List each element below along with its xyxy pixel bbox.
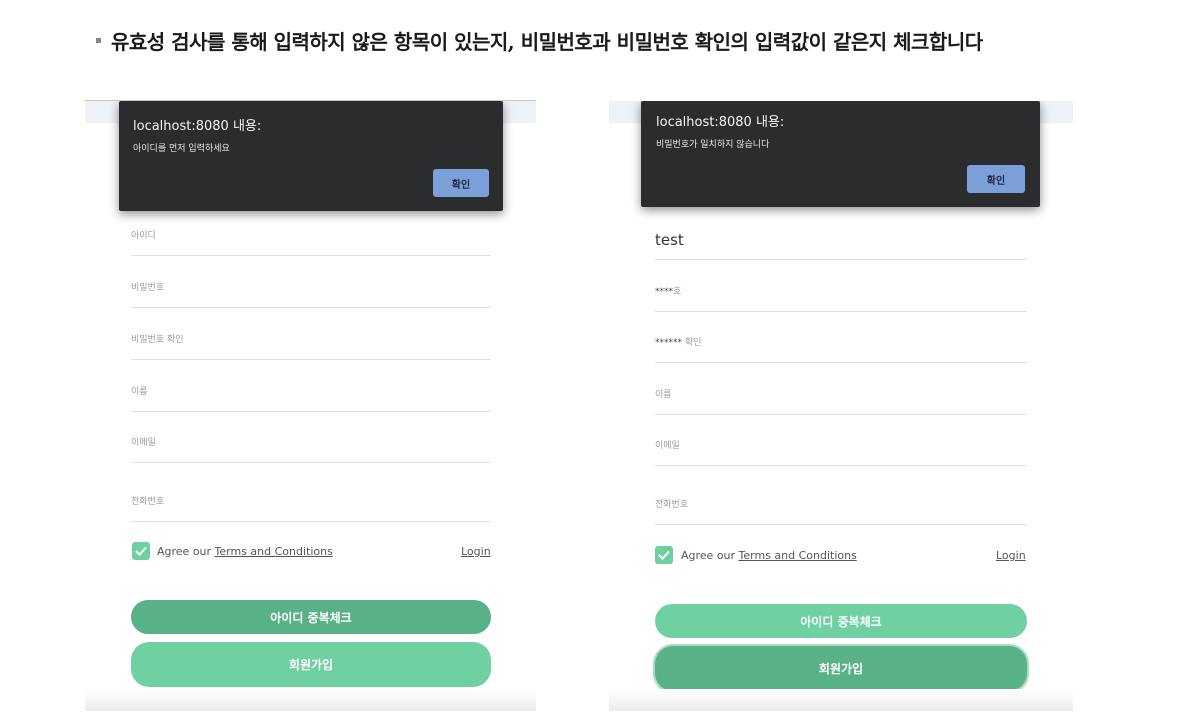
right-signup-panel: localhost:8080 내용: 비밀번호가 일치하지 않습니다 확인 te…	[609, 101, 1073, 711]
email-field[interactable]: 이메일	[655, 432, 1027, 466]
dialog-title: localhost:8080 내용:	[133, 119, 262, 134]
password-field[interactable]: ****호	[655, 278, 1027, 312]
login-link[interactable]: Login	[461, 545, 491, 558]
agree-text: Agree our Terms and Conditions	[157, 545, 333, 558]
left-signup-panel: localhost:8080 내용: 아이디를 먼저 입력하세요 확인 아이디 …	[85, 100, 536, 711]
email-placeholder: 이메일	[655, 441, 680, 451]
name-placeholder: 이름	[131, 387, 148, 397]
id-field[interactable]: 아이디	[131, 223, 491, 256]
password-confirm-mask: ******	[655, 338, 682, 348]
id-field[interactable]: test	[655, 223, 1027, 260]
heading-text: 유효성 검사를 통해 입력하지 않은 항목이 있는지, 비밀번호과 비밀번호 확…	[111, 30, 983, 54]
password-field[interactable]: 비밀번호	[131, 275, 491, 308]
terms-link[interactable]: Terms and Conditions	[739, 549, 857, 562]
name-placeholder: 이름	[655, 390, 672, 400]
name-field[interactable]: 이름	[655, 381, 1027, 415]
terms-link[interactable]: Terms and Conditions	[215, 545, 333, 558]
password-confirm-placeholder: ****** 확인	[655, 335, 701, 348]
bottom-shade	[609, 689, 1073, 711]
phone-placeholder: 전화번호	[655, 500, 689, 510]
agree-checkbox[interactable]	[132, 542, 150, 560]
dialog-ok-button[interactable]: 확인	[433, 169, 489, 197]
alert-dialog: localhost:8080 내용: 아이디를 먼저 입력하세요 확인	[119, 101, 503, 211]
password-placeholder-suffix: 호	[673, 287, 682, 297]
agree-text: Agree our Terms and Conditions	[681, 549, 857, 562]
check-icon	[135, 546, 147, 556]
password-placeholder: ****호	[655, 284, 681, 297]
agree-prefix: Agree our	[157, 545, 215, 558]
password-confirm-field[interactable]: ****** 확인	[655, 329, 1027, 363]
alert-dialog: localhost:8080 내용: 비밀번호가 일치하지 않습니다 확인	[641, 101, 1040, 207]
email-placeholder: 이메일	[131, 438, 156, 448]
name-field[interactable]: 이름	[131, 379, 491, 412]
phone-field[interactable]: 전화번호	[131, 487, 491, 522]
password-confirm-field[interactable]: 비밀번호 확인	[131, 327, 491, 360]
login-link[interactable]: Login	[996, 549, 1026, 562]
page-heading: 유효성 검사를 통해 입력하지 않은 항목이 있는지, 비밀번호과 비밀번호 확…	[96, 26, 983, 55]
password-confirm-placeholder-suffix: 확인	[682, 338, 702, 348]
phone-placeholder: 전화번호	[131, 497, 165, 507]
dialog-title: localhost:8080 내용:	[656, 115, 785, 130]
bullet-icon	[96, 38, 101, 43]
password-mask: ****	[655, 287, 673, 297]
page: 유효성 검사를 통해 입력하지 않은 항목이 있는지, 비밀번호과 비밀번호 확…	[0, 0, 1180, 719]
password-confirm-placeholder: 비밀번호 확인	[131, 335, 184, 345]
dialog-message: 아이디를 먼저 입력하세요	[133, 144, 230, 154]
bottom-shade	[85, 689, 536, 711]
agree-checkbox[interactable]	[655, 546, 673, 564]
dialog-ok-button[interactable]: 확인	[967, 165, 1025, 193]
duplicate-check-button[interactable]: 아이디 중복체크	[131, 600, 491, 634]
duplicate-check-button[interactable]: 아이디 중복체크	[655, 604, 1027, 638]
id-value: test	[655, 231, 684, 249]
signup-button[interactable]: 회원가입	[131, 642, 491, 687]
phone-field[interactable]: 전화번호	[655, 490, 1027, 525]
email-field[interactable]: 이메일	[131, 430, 491, 463]
signup-button[interactable]: 회원가입	[655, 646, 1027, 691]
password-placeholder: 비밀번호	[131, 283, 165, 293]
check-icon	[658, 550, 670, 560]
agree-prefix: Agree our	[681, 549, 739, 562]
id-placeholder: 아이디	[131, 231, 156, 241]
dialog-message: 비밀번호가 일치하지 않습니다	[656, 140, 770, 150]
